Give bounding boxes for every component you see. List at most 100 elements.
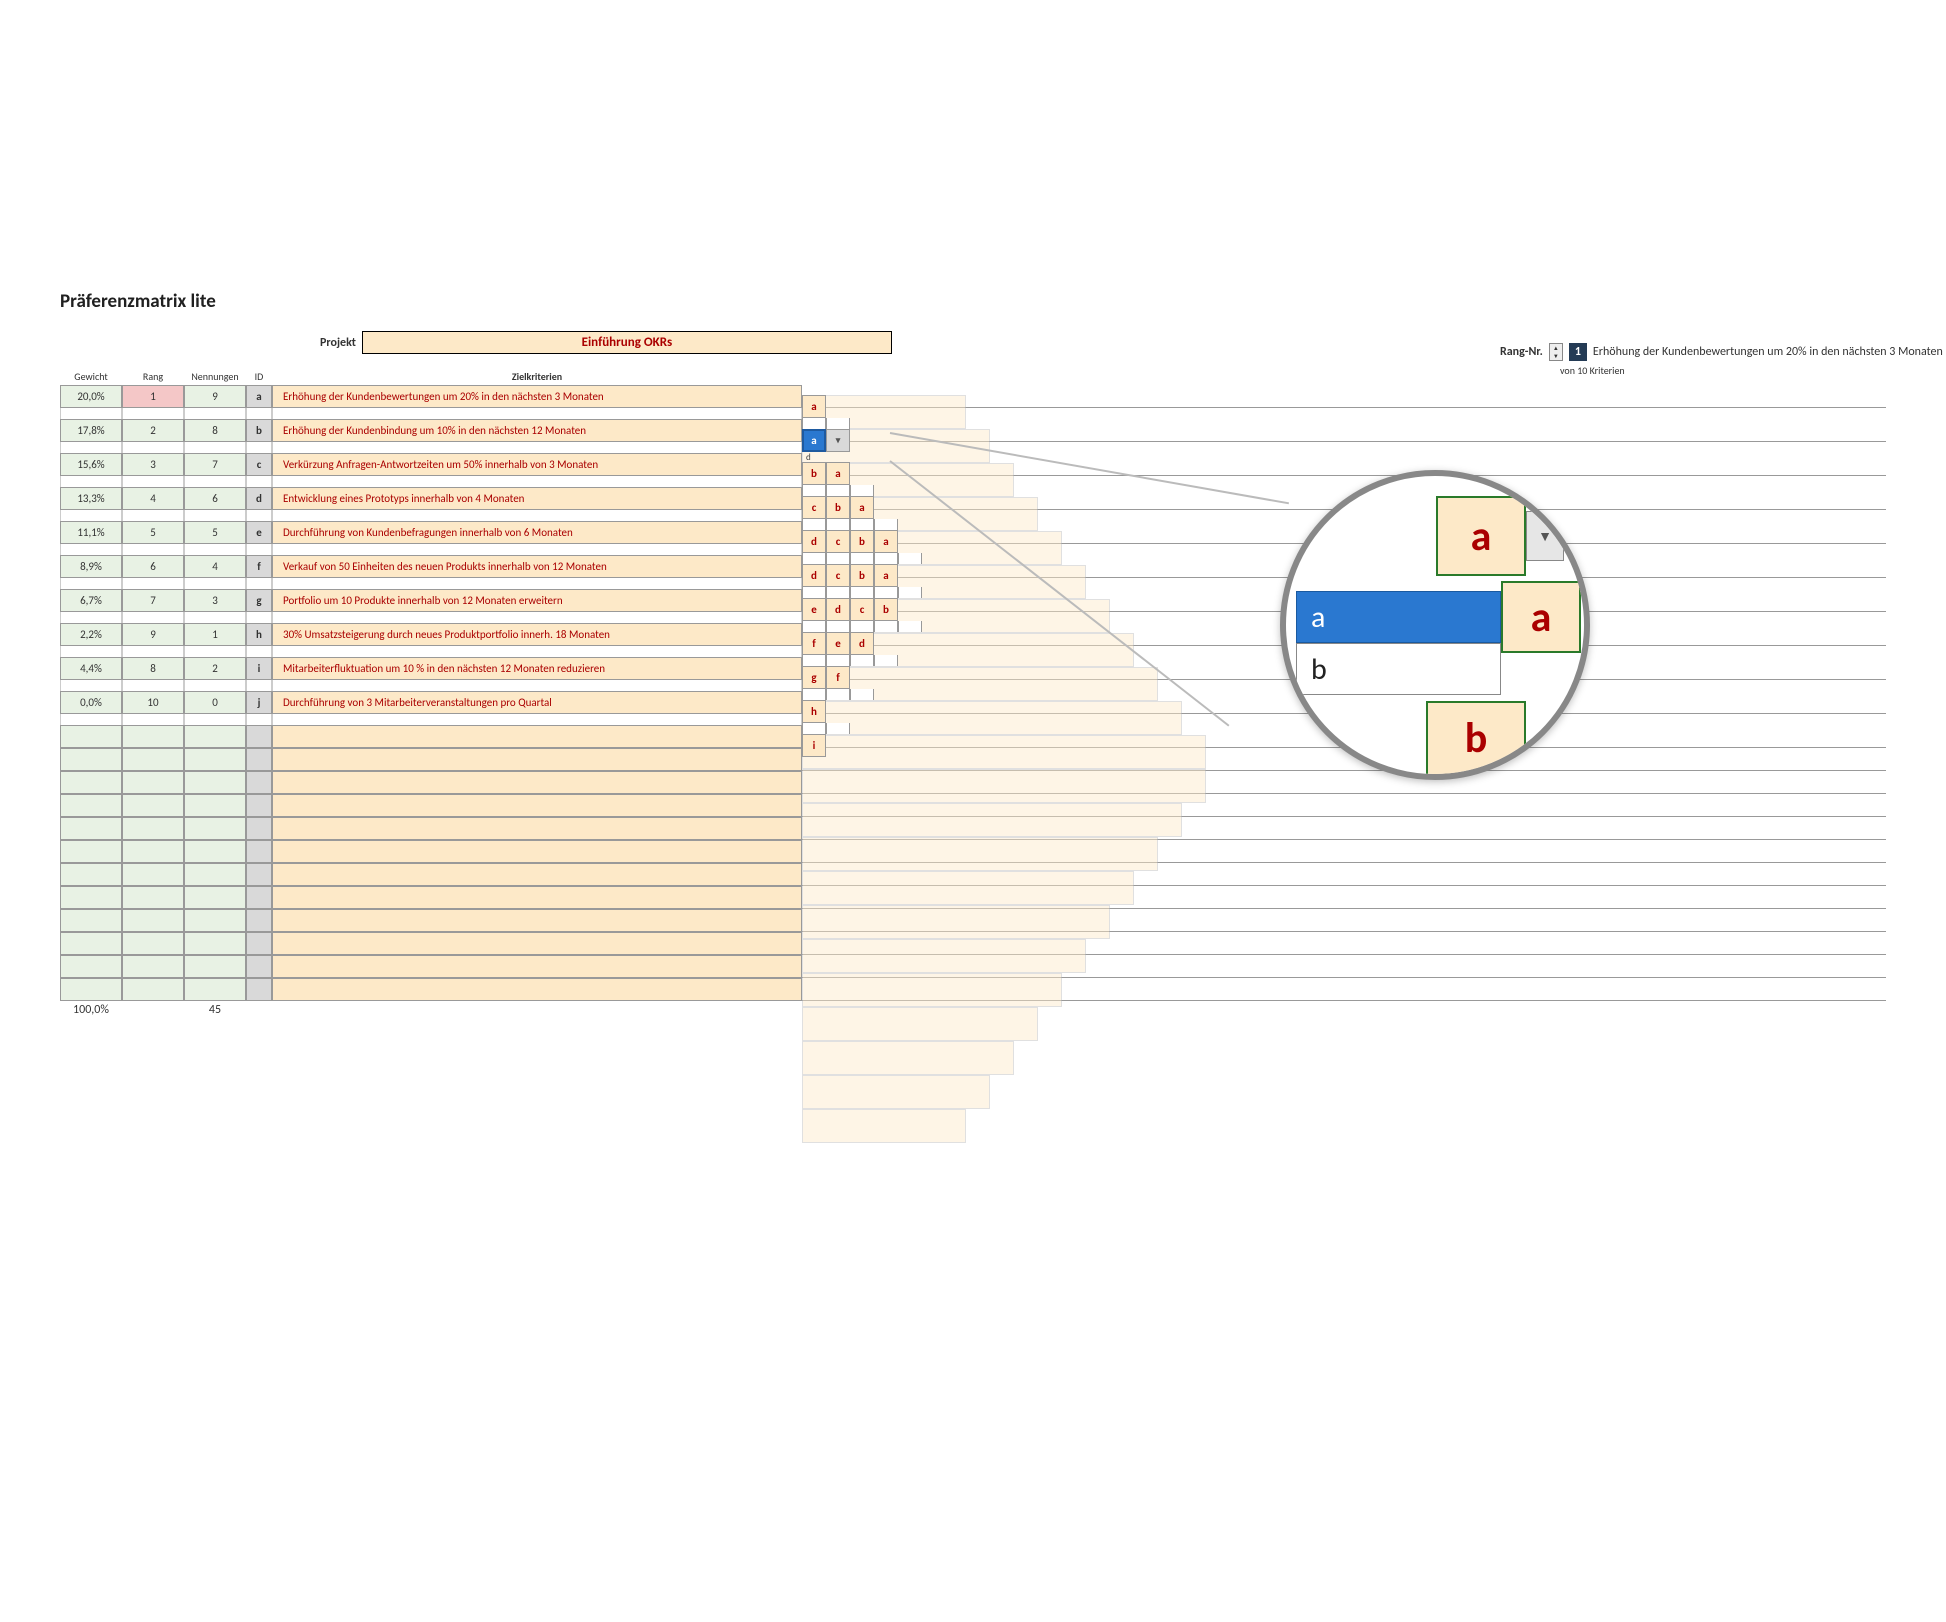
cell-id: j — [246, 691, 272, 713]
matrix-cell[interactable]: b — [874, 598, 898, 621]
matrix-cell[interactable]: b — [850, 530, 874, 553]
cell-zieltext[interactable]: Entwicklung eines Prototyps innerhalb vo… — [272, 487, 802, 509]
cell-nennungen: 6 — [184, 487, 246, 509]
rang-block: Rang-Nr. ▲ ▼ 1 Erhöhung der Kundenbewert… — [1500, 343, 1943, 377]
mag-dropdown-selected[interactable]: a — [1296, 591, 1501, 643]
cell-id: c — [246, 453, 272, 475]
cell-gewicht: 17,8% — [60, 419, 122, 441]
criteria-row-empty — [60, 748, 1886, 771]
matrix-cell[interactable]: c — [802, 496, 826, 519]
cell-id: d — [246, 487, 272, 509]
matrix-cell[interactable]: d — [850, 632, 874, 655]
mag-dropdown-arrow[interactable]: ▼ — [1526, 511, 1564, 561]
cell-zieltext[interactable]: Verkauf von 50 Einheiten des neuen Produ… — [272, 555, 802, 577]
matrix-cell[interactable]: d — [826, 598, 850, 621]
matrix-cell[interactable]: i — [802, 734, 826, 757]
matrix-cell[interactable]: a — [826, 462, 850, 485]
preference-matrix: aa▾dbacbadcbadcbaedcbfedgfhi — [802, 395, 922, 757]
rang-stepper[interactable]: ▲ ▼ — [1549, 343, 1563, 361]
hdr-rang: Rang — [122, 368, 184, 385]
criteria-row: 8,9%64fVerkauf von 50 Einheiten des neue… — [60, 555, 1886, 578]
criteria-row-empty — [60, 978, 1886, 1001]
matrix-cell[interactable]: b — [850, 564, 874, 587]
matrix-dropdown-arrow[interactable]: ▾ — [826, 429, 850, 452]
mag-cell-a-side: a — [1501, 581, 1581, 653]
matrix-cell[interactable]: g — [802, 666, 826, 689]
cell-zieltext[interactable]: Portfolio um 10 Produkte innerhalb von 1… — [272, 589, 802, 611]
criteria-row-empty — [60, 932, 1886, 955]
matrix-dropdown-hint: d — [806, 452, 922, 462]
criteria-row-empty — [60, 725, 1886, 748]
cell-rang: 5 — [122, 521, 184, 543]
criteria-row: 2,2%91h30% Umsatzsteigerung durch neues … — [60, 623, 1886, 646]
cell-nennungen: 4 — [184, 555, 246, 577]
cell-gewicht: 13,3% — [60, 487, 122, 509]
rang-description: Erhöhung der Kundenbewertungen um 20% in… — [1593, 345, 1943, 359]
magnifier-circle: a ▼ a a b b — [1280, 470, 1590, 780]
cell-id: a — [246, 385, 272, 407]
cell-id: b — [246, 419, 272, 441]
matrix-cell[interactable]: h — [802, 700, 826, 723]
matrix-cell[interactable]: b — [826, 496, 850, 519]
matrix-cell[interactable]: d — [802, 530, 826, 553]
mag-cell-b-bottom: b — [1426, 701, 1526, 776]
cell-gewicht: 15,6% — [60, 453, 122, 475]
cell-gewicht: 8,9% — [60, 555, 122, 577]
criteria-row-empty — [60, 886, 1886, 909]
cell-zieltext[interactable]: 30% Umsatzsteigerung durch neues Produkt… — [272, 623, 802, 645]
cell-id: i — [246, 657, 272, 679]
project-value-cell[interactable]: Einführung OKRs — [362, 331, 892, 354]
matrix-cell[interactable]: a — [802, 395, 826, 418]
cell-zieltext[interactable]: Mitarbeiterfluktuation um 10 % in den nä… — [272, 657, 802, 679]
cell-rang: 2 — [122, 419, 184, 441]
totals-row: 100,0% 45 — [60, 1003, 1886, 1017]
cell-zieltext[interactable]: Verkürzung Anfragen-Antwortzeiten um 50%… — [272, 453, 802, 475]
hdr-ziel: Zielkriterien — [272, 368, 802, 385]
cell-zieltext[interactable]: Durchführung von Kundenbefragungen inner… — [272, 521, 802, 543]
criteria-row-empty — [60, 771, 1886, 794]
page-title: Präferenzmatrix lite — [60, 290, 1886, 313]
hdr-id: ID — [246, 368, 272, 385]
cell-rang: 8 — [122, 657, 184, 679]
criteria-row: 0,0%100jDurchführung von 3 Mitarbeiterve… — [60, 691, 1886, 714]
cell-rang: 6 — [122, 555, 184, 577]
cell-nennungen: 1 — [184, 623, 246, 645]
cell-gewicht: 2,2% — [60, 623, 122, 645]
matrix-cell[interactable]: a — [802, 429, 826, 452]
cell-zieltext[interactable]: Erhöhung der Kundenbindung um 10% in den… — [272, 419, 802, 441]
hdr-gewicht: Gewicht — [60, 368, 122, 385]
criteria-row-empty — [60, 909, 1886, 932]
matrix-cell[interactable]: d — [802, 564, 826, 587]
matrix-cell[interactable]: c — [850, 598, 874, 621]
matrix-cell[interactable]: c — [826, 564, 850, 587]
cell-gewicht: 11,1% — [60, 521, 122, 543]
matrix-cell[interactable]: f — [802, 632, 826, 655]
rang-label: Rang-Nr. — [1500, 345, 1543, 359]
cell-nennungen: 0 — [184, 691, 246, 713]
criteria-row: 6,7%73gPortfolio um 10 Produkte innerhal… — [60, 589, 1886, 612]
mag-dropdown-option-b[interactable]: b — [1296, 643, 1501, 695]
matrix-cell[interactable]: a — [874, 564, 898, 587]
cell-zieltext[interactable]: Durchführung von 3 Mitarbeiterveranstalt… — [272, 691, 802, 713]
matrix-cell[interactable]: e — [802, 598, 826, 621]
cell-zieltext[interactable]: Erhöhung der Kundenbewertungen um 20% in… — [272, 385, 802, 407]
cell-nennungen: 7 — [184, 453, 246, 475]
cell-rang: 1 — [122, 385, 184, 407]
rang-number: 1 — [1569, 343, 1587, 361]
criteria-row-empty — [60, 863, 1886, 886]
matrix-cell[interactable]: a — [850, 496, 874, 519]
hdr-nennungen: Nennungen — [184, 368, 246, 385]
matrix-cell[interactable]: b — [802, 462, 826, 485]
stepper-up-icon[interactable]: ▲ — [1550, 344, 1562, 352]
project-label: Projekt — [320, 336, 362, 350]
matrix-cell[interactable]: c — [826, 530, 850, 553]
cell-gewicht: 4,4% — [60, 657, 122, 679]
matrix-cell[interactable]: a — [874, 530, 898, 553]
matrix-cell[interactable]: f — [826, 666, 850, 689]
criteria-row: 17,8%28bErhöhung der Kundenbindung um 10… — [60, 419, 1886, 442]
matrix-cell[interactable]: e — [826, 632, 850, 655]
cell-id: f — [246, 555, 272, 577]
total-nennungen: 45 — [184, 1003, 246, 1017]
stepper-down-icon[interactable]: ▼ — [1550, 352, 1562, 360]
criteria-row: 4,4%82iMitarbeiterfluktuation um 10 % in… — [60, 657, 1886, 680]
